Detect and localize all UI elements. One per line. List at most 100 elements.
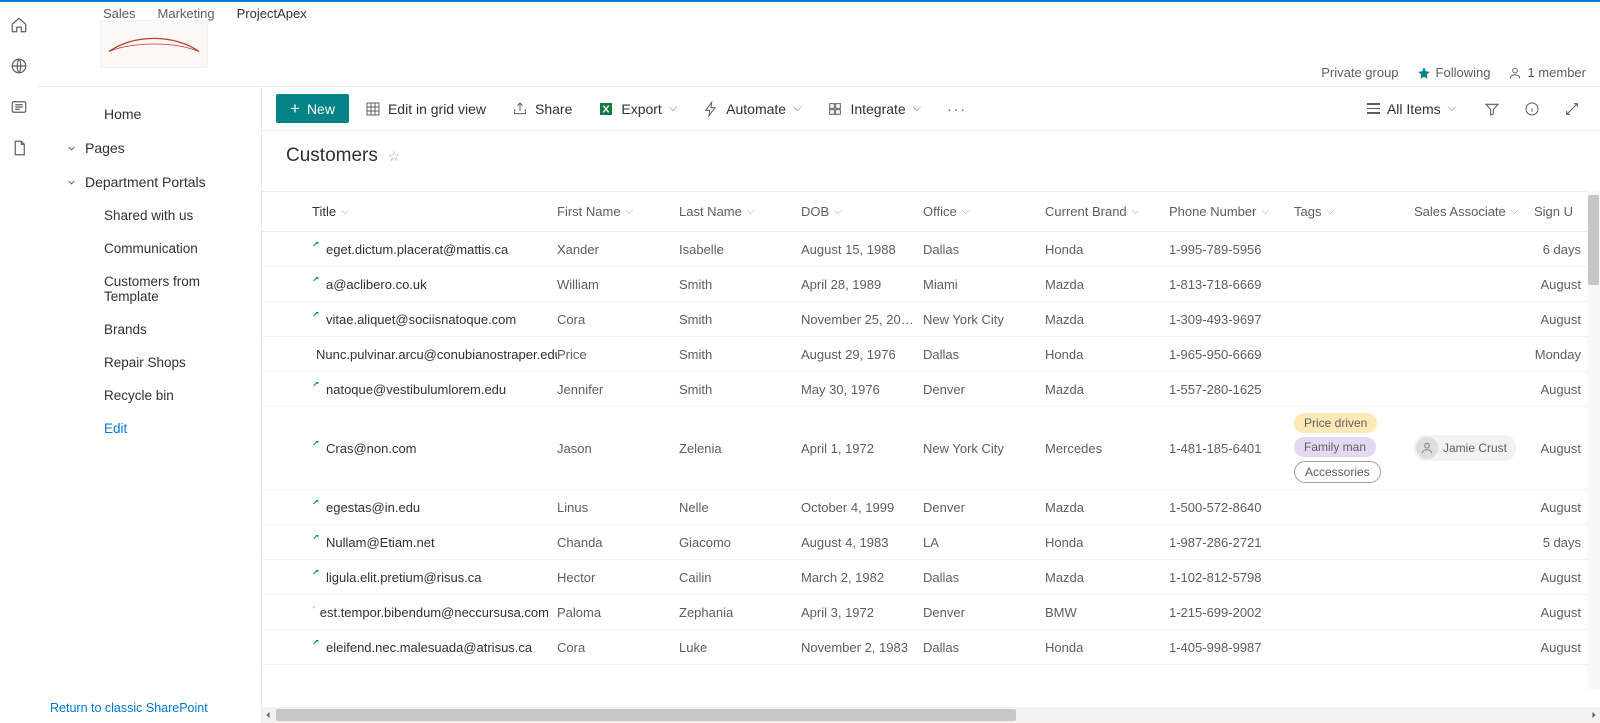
cell-dob: April 1, 1972 (801, 441, 923, 456)
favorite-icon[interactable]: ☆ (388, 148, 401, 165)
site-logo[interactable] (100, 20, 208, 68)
table-row[interactable]: egestas@in.eduLinusNelleOctober 4, 1999D… (262, 490, 1600, 525)
follow-button[interactable]: Following (1417, 65, 1491, 80)
automate-button[interactable]: Automate⌵ (693, 96, 811, 122)
nav-link-sales[interactable]: Sales (103, 6, 136, 21)
col-sales-associate[interactable]: Sales Associate⌵ (1414, 204, 1534, 219)
integrate-icon (827, 101, 843, 117)
file-icon[interactable] (10, 139, 28, 160)
col-phone[interactable]: Phone Number⌵ (1169, 204, 1294, 219)
more-button[interactable]: ··· (937, 96, 977, 122)
automate-icon (703, 101, 719, 117)
share-button[interactable]: Share (502, 96, 582, 122)
scroll-left-icon[interactable] (262, 709, 274, 721)
table-row[interactable]: est.tempor.bibendum@neccursusa.comPaloma… (262, 595, 1600, 630)
cell-office: New York City (923, 441, 1045, 456)
tag-family-man[interactable]: Family man (1294, 437, 1376, 457)
cell-phone: 1-557-280-1625 (1169, 382, 1294, 397)
table-row[interactable]: eleifend.nec.malesuada@atrisus.caCoraLuk… (262, 630, 1600, 665)
col-dob[interactable]: DOB⌵ (801, 204, 923, 219)
link-icon (312, 535, 322, 544)
table-row[interactable]: Cras@non.comJasonZeleniaApril 1, 1972New… (262, 407, 1600, 490)
nav-brands[interactable]: Brands (38, 313, 261, 346)
table-row[interactable]: eget.dictum.placerat@mattis.caXanderIsab… (262, 232, 1600, 267)
nav-department-portals[interactable]: Department Portals (38, 165, 261, 199)
cell-tags (1294, 608, 1414, 616)
nav-link-marketing[interactable]: Marketing (158, 6, 215, 21)
cell-office: Miami (923, 277, 1045, 292)
command-bar: +New Edit in grid view Share Export⌵ Aut… (262, 87, 1600, 131)
news-icon[interactable] (10, 98, 28, 119)
table-row[interactable]: Nullam@Etiam.netChandaGiacomoAugust 4, 1… (262, 525, 1600, 560)
col-office[interactable]: Office⌵ (923, 204, 1045, 219)
integrate-button[interactable]: Integrate⌵ (817, 96, 931, 122)
avatar (1416, 437, 1438, 459)
nav-repair-shops[interactable]: Repair Shops (38, 346, 261, 379)
nav-edit[interactable]: Edit (38, 412, 261, 445)
cell-title: a@aclibero.co.uk (312, 277, 557, 292)
col-tags[interactable]: Tags⌵ (1294, 200, 1414, 223)
main-area: Sales Marketing ProjectApex Private grou… (38, 2, 1600, 723)
home-icon[interactable] (10, 16, 28, 37)
col-last-name[interactable]: Last Name⌵ (679, 204, 801, 219)
table-row[interactable]: ligula.elit.pretium@risus.caHectorCailin… (262, 560, 1600, 595)
tag-accessories[interactable]: Accessories (1294, 461, 1381, 483)
members-button[interactable]: 1 member (1508, 65, 1586, 80)
link-icon (312, 441, 322, 450)
expand-button[interactable] (1558, 101, 1586, 117)
col-sign-up[interactable]: Sign U (1534, 204, 1589, 219)
cell-dob: August 29, 1976 (801, 347, 923, 362)
link-icon (312, 242, 322, 251)
link-icon (312, 570, 322, 579)
link-icon (312, 640, 322, 649)
new-button[interactable]: +New (276, 94, 349, 123)
automate-label: Automate (726, 101, 786, 117)
cell-dob: August 15, 1988 (801, 242, 923, 257)
scroll-right-icon[interactable] (1588, 709, 1600, 721)
nav-pages[interactable]: Pages (38, 131, 261, 165)
nav-home[interactable]: Home (38, 97, 261, 131)
vertical-scrollbar[interactable] (1587, 191, 1600, 689)
person-chip[interactable]: Jamie Crust (1414, 435, 1516, 461)
table-row[interactable]: a@aclibero.co.ukWilliamSmithApril 28, 19… (262, 267, 1600, 302)
link-icon (312, 500, 322, 509)
cell-brand: Honda (1045, 640, 1169, 655)
edit-grid-button[interactable]: Edit in grid view (355, 96, 496, 122)
cell-office: Denver (923, 500, 1045, 515)
tag-price-driven[interactable]: Price driven (1294, 413, 1377, 433)
cell-brand: Mercedes (1045, 441, 1169, 456)
cell-sign-up: 5 days (1534, 535, 1589, 550)
new-label: New (307, 101, 335, 117)
nav-link-projectapex[interactable]: ProjectApex (237, 6, 307, 21)
list-title-row: Customers ☆ (262, 139, 1600, 181)
scrollbar-thumb[interactable] (276, 709, 1016, 721)
table-row[interactable]: Nunc.pulvinar.arcu@conubianostraper.eduP… (262, 337, 1600, 372)
col-current-brand[interactable]: Current Brand⌵ (1045, 204, 1169, 219)
col-first-name[interactable]: First Name⌵ (557, 204, 679, 219)
table-row[interactable]: vitae.aliquet@sociisnatoque.comCoraSmith… (262, 302, 1600, 337)
horizontal-scrollbar[interactable] (262, 707, 1600, 723)
cell-phone: 1-813-718-6669 (1169, 277, 1294, 292)
cell-phone: 1-500-572-8640 (1169, 500, 1294, 515)
cell-first-name: Cora (557, 640, 679, 655)
nav-shared-with-us[interactable]: Shared with us (38, 199, 261, 232)
return-classic-link[interactable]: Return to classic SharePoint (50, 701, 208, 715)
globe-icon[interactable] (10, 57, 28, 78)
cell-last-name: Nelle (679, 500, 801, 515)
scrollbar-thumb[interactable] (1588, 195, 1599, 285)
nav-communication[interactable]: Communication (38, 232, 261, 265)
nav-recycle-bin[interactable]: Recycle bin (38, 379, 261, 412)
nav-customers-template[interactable]: Customers from Template (38, 265, 261, 313)
view-selector[interactable]: All Items⌵ (1357, 96, 1466, 122)
col-title[interactable]: Title⌵ (312, 204, 557, 219)
group-privacy-text: Private group (1321, 65, 1398, 80)
filter-button[interactable] (1478, 101, 1506, 117)
export-button[interactable]: Export⌵ (588, 96, 687, 122)
chevron-down-icon (66, 143, 77, 154)
cell-last-name: Smith (679, 312, 801, 327)
site-meta: Private group Following 1 member (1321, 65, 1586, 80)
table-row[interactable]: natoque@vestibulumlorem.eduJenniferSmith… (262, 372, 1600, 407)
cell-dob: March 2, 1982 (801, 570, 923, 585)
info-button[interactable] (1518, 101, 1546, 117)
cell-tags (1294, 643, 1414, 651)
